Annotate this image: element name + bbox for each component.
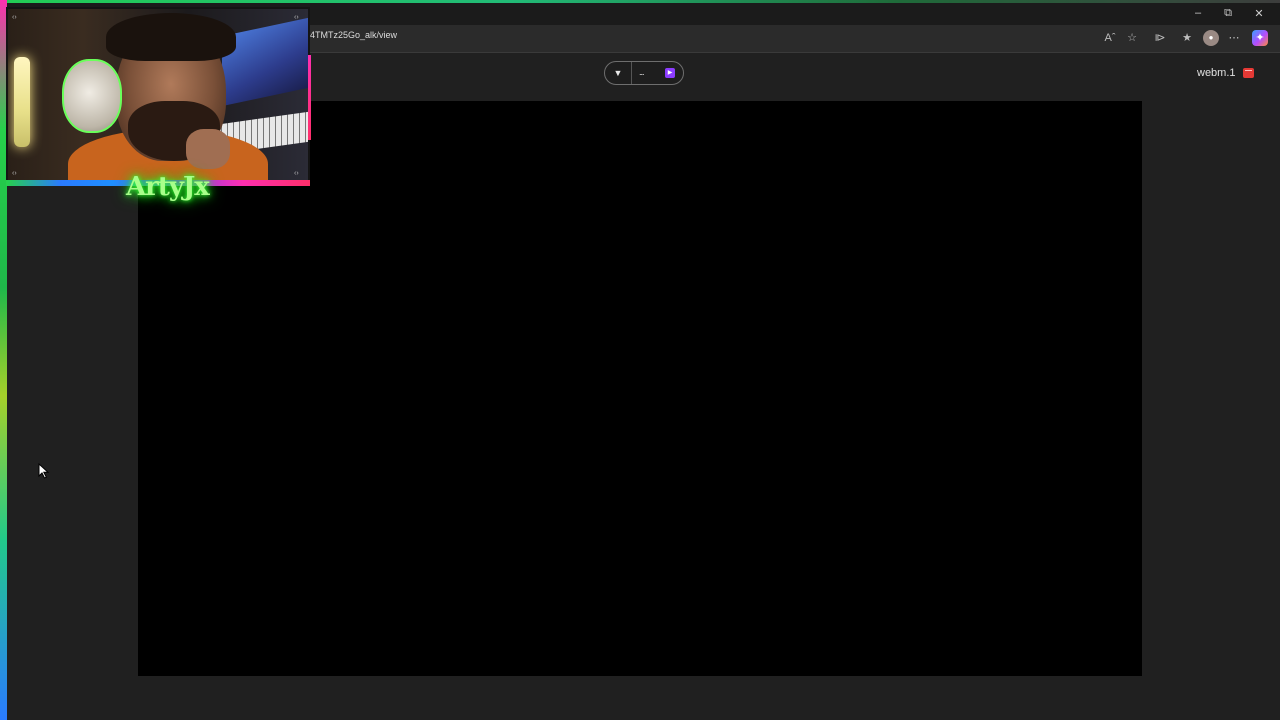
open-with-pill[interactable]: ▼ ... ▶ <box>604 61 684 85</box>
ring-light <box>14 57 30 147</box>
extensions-icon[interactable]: ⧐ <box>1152 30 1168 46</box>
webcam-frame-glow-right <box>308 55 311 140</box>
streamer-name-logo: ArtyJx <box>126 172 210 202</box>
corner-mark-icon: ‹› <box>294 14 299 21</box>
restore-icon[interactable]: ⧉ <box>1213 7 1243 20</box>
video-player[interactable] <box>138 101 1142 676</box>
corner-mark-icon: ‹› <box>12 170 17 177</box>
more-icon[interactable]: ⋯ <box>1226 30 1242 46</box>
file-name: webm.1 <box>1197 67 1236 79</box>
address-bar-url[interactable]: 4TMTz25Go_alk/view <box>310 30 397 40</box>
video-badge-icon: ▶ <box>665 68 675 78</box>
streamer-hair <box>106 13 236 61</box>
minimize-icon[interactable]: – <box>1183 7 1213 19</box>
close-icon[interactable]: ✕ <box>1244 7 1274 20</box>
streamer-hand <box>186 129 230 169</box>
pill-mid-label: ... <box>639 67 644 77</box>
mouse-cursor-icon <box>38 463 50 479</box>
video-file-icon <box>1243 68 1254 78</box>
read-aloud-icon[interactable]: Aˆ <box>1102 30 1118 46</box>
copilot-icon[interactable]: ✦ <box>1252 30 1268 46</box>
profile-avatar-icon[interactable]: ● <box>1203 30 1219 46</box>
favorite-star-icon[interactable]: ☆ <box>1124 30 1140 46</box>
corner-mark-icon: ‹› <box>12 14 17 21</box>
webcam-overlay: ‹› ‹› ‹› ‹› <box>6 7 310 185</box>
headphone-icon <box>62 59 122 133</box>
favorites-icon[interactable]: ★ <box>1179 30 1195 46</box>
caret-down-icon[interactable]: ▼ <box>605 62 632 84</box>
corner-mark-icon: ‹› <box>294 170 299 177</box>
